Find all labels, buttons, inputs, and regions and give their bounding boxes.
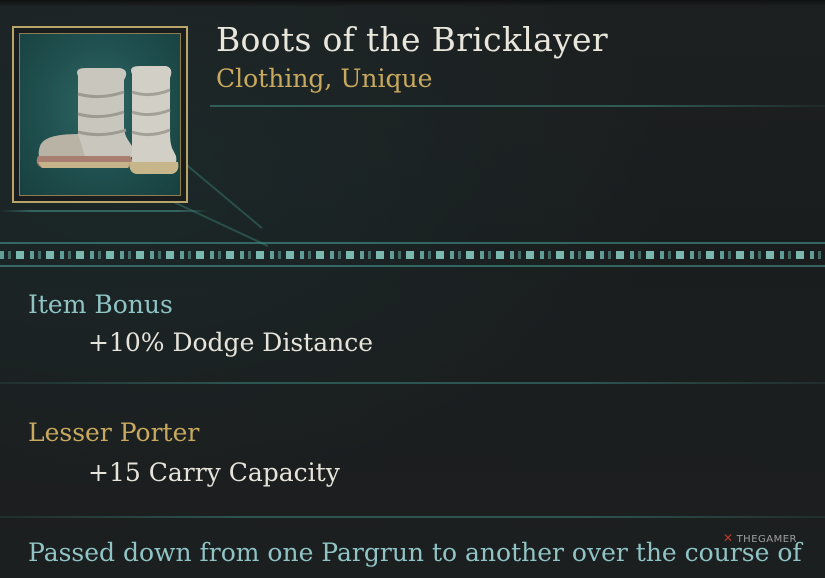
item-title: Boots of the Bricklayer [216,20,608,59]
divider [0,516,825,518]
item-category: Clothing, Unique [216,64,433,93]
section-heading-item-bonus: Item Bonus [28,290,173,319]
divider [210,105,825,107]
item-tooltip-panel: Boots of the Bricklayer Clothing, Unique… [0,0,825,578]
lore-text: Passed down from one Pargrun to another … [28,538,802,567]
section-value-lesser-porter: +15 Carry Capacity [88,458,340,487]
divider [0,242,825,244]
divider [0,382,825,384]
boots-icon [36,66,179,174]
item-image-frame[interactable] [12,26,188,203]
decorative-band [0,240,825,270]
section-value-item-bonus: +10% Dodge Distance [88,328,374,357]
decor-line [0,210,210,212]
item-image-background [19,33,181,196]
top-border [0,0,825,6]
section-heading-lesser-porter: Lesser Porter [28,418,200,447]
dotted-pattern [0,251,825,259]
divider [0,265,825,267]
